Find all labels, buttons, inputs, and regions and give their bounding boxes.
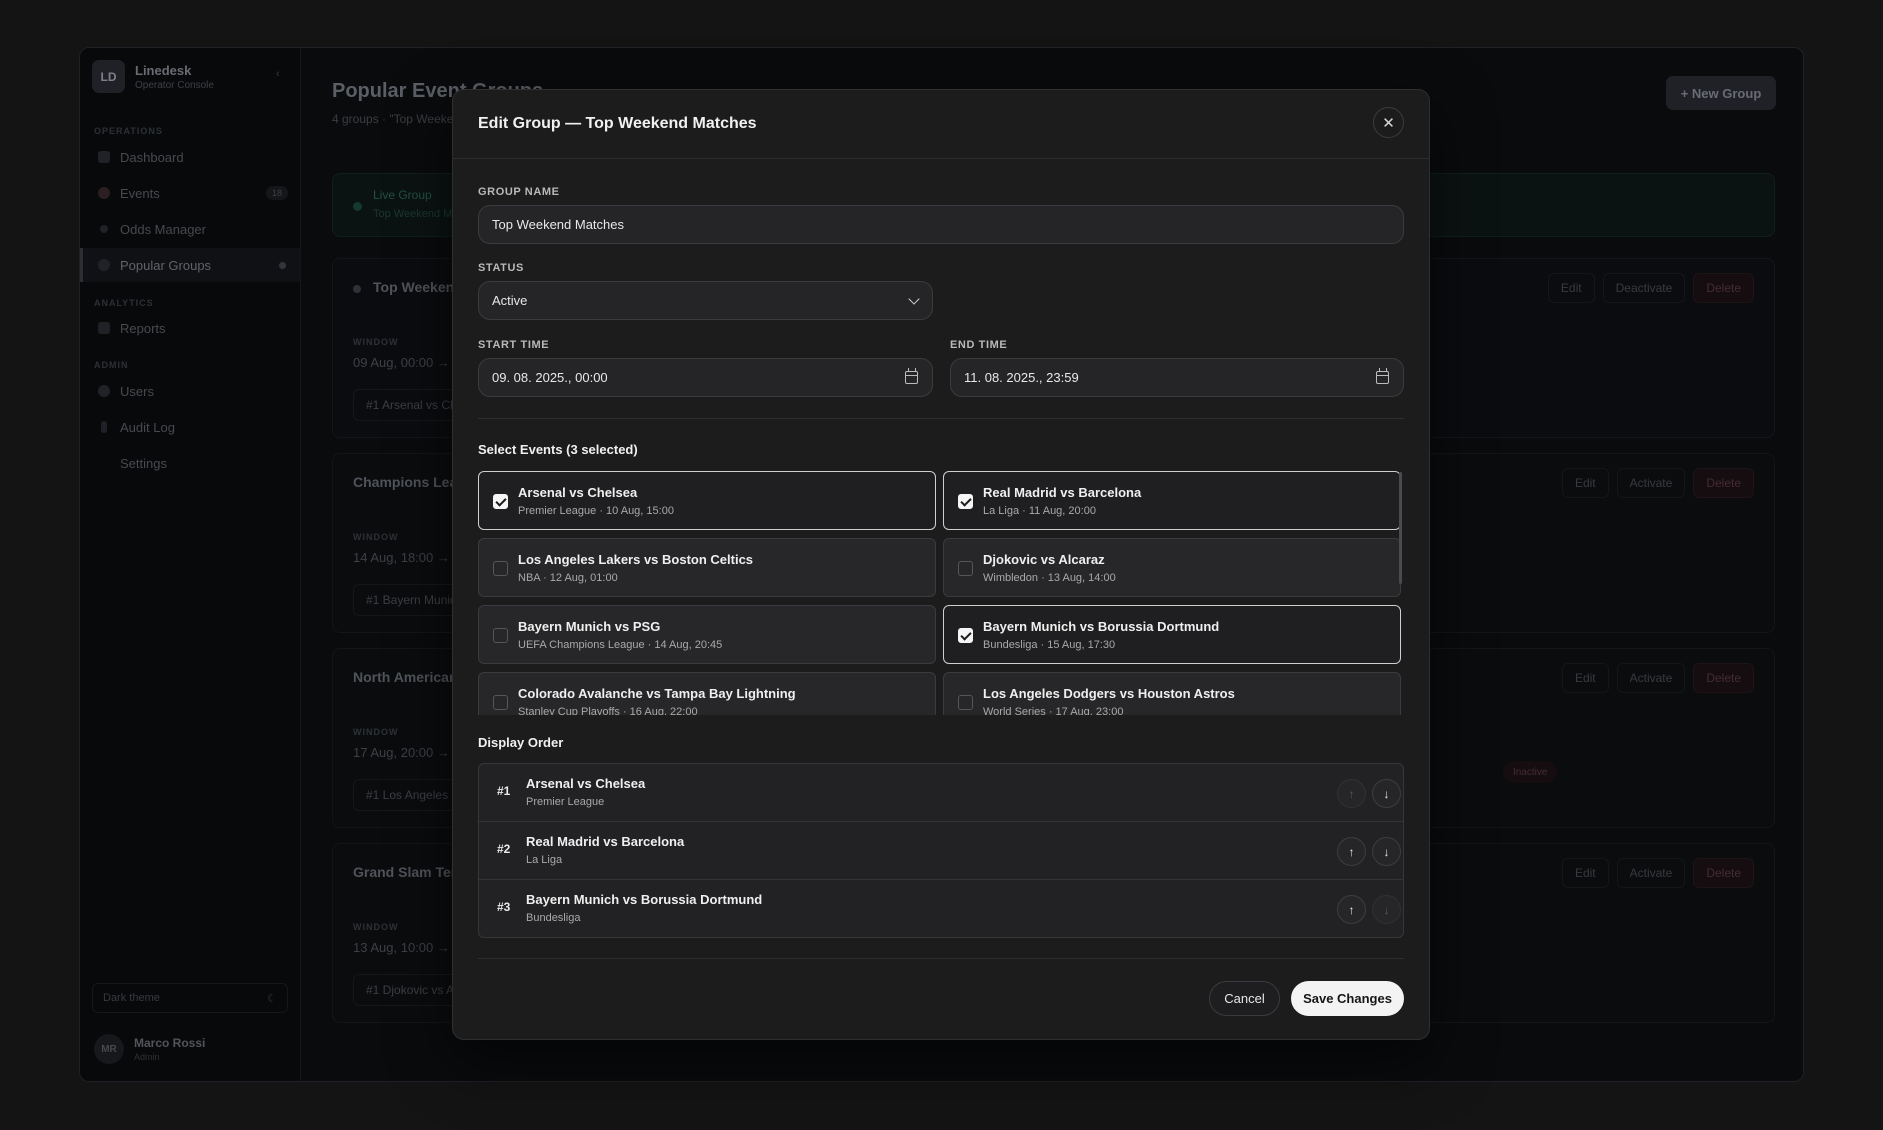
- arrow-down-icon: ↓: [1383, 902, 1390, 917]
- status-select-value: Active: [492, 293, 528, 308]
- edit-group-modal: Edit Group — Top Weekend Matches ✕ GROUP…: [452, 89, 1430, 1040]
- close-button[interactable]: ✕: [1373, 107, 1404, 138]
- start-time-value: 09. 08. 2025., 00:00: [492, 370, 608, 385]
- display-order-list: #1 Arsenal vs Chelsea Premier League ↑ ↓…: [478, 763, 1404, 938]
- group-name-input[interactable]: Top Weekend Matches: [478, 205, 1404, 244]
- save-changes-button[interactable]: Save Changes: [1291, 981, 1404, 1016]
- order-row: #2 Real Madrid vs Barcelona La Liga ↑ ↓: [479, 822, 1403, 880]
- order-league: Premier League: [526, 796, 605, 808]
- event-option[interactable]: Real Madrid vs Barcelona La Liga · 11 Au…: [943, 471, 1401, 530]
- start-time-label: START TIME: [478, 339, 550, 351]
- event-title: Real Madrid vs Barcelona: [983, 485, 1142, 500]
- cancel-button[interactable]: Cancel: [1209, 981, 1280, 1016]
- event-title: Colorado Avalanche vs Tampa Bay Lightnin…: [518, 686, 796, 701]
- modal-title: Edit Group — Top Weekend Matches: [478, 115, 757, 132]
- select-events-title: Select Events (3 selected): [478, 442, 638, 457]
- checkbox-icon[interactable]: [958, 695, 973, 710]
- event-title: Djokovic vs Alcaraz: [983, 552, 1105, 567]
- end-time-label: END TIME: [950, 339, 1008, 351]
- arrow-up-icon: ↑: [1348, 844, 1355, 859]
- divider: [478, 418, 1404, 419]
- event-title: Los Angeles Lakers vs Boston Celtics: [518, 552, 754, 567]
- modal-header: Edit Group — Top Weekend Matches ✕: [453, 90, 1429, 159]
- close-icon: ✕: [1382, 114, 1395, 132]
- move-up-button[interactable]: ↑: [1337, 779, 1366, 808]
- checkbox-icon[interactable]: [493, 695, 508, 710]
- event-meta: UEFA Champions League · 14 Aug, 20:45: [518, 639, 723, 651]
- events-grid: Arsenal vs Chelsea Premier League · 10 A…: [478, 471, 1416, 715]
- event-option[interactable]: Los Angeles Lakers vs Boston Celtics NBA…: [478, 538, 936, 597]
- event-meta: World Series · 17 Aug, 23:00: [983, 706, 1124, 715]
- event-option[interactable]: Los Angeles Dodgers vs Houston Astros Wo…: [943, 672, 1401, 715]
- move-down-button[interactable]: ↓: [1372, 837, 1401, 866]
- event-title: Bayern Munich vs PSG: [518, 619, 661, 634]
- event-option[interactable]: Colorado Avalanche vs Tampa Bay Lightnin…: [478, 672, 936, 715]
- order-number: #2: [497, 842, 511, 856]
- event-meta: Bundesliga · 15 Aug, 17:30: [983, 639, 1116, 651]
- event-option[interactable]: Arsenal vs Chelsea Premier League · 10 A…: [478, 471, 936, 530]
- calendar-icon[interactable]: [1376, 368, 1389, 384]
- order-number: #1: [497, 784, 511, 798]
- event-meta: Stanley Cup Playoffs · 16 Aug, 22:00: [518, 706, 698, 715]
- move-up-button[interactable]: ↑: [1337, 837, 1366, 866]
- checkbox-checked-icon[interactable]: [493, 494, 508, 509]
- order-league: La Liga: [526, 854, 563, 866]
- end-time-value: 11. 08. 2025., 23:59: [964, 370, 1079, 385]
- checkbox-icon[interactable]: [958, 561, 973, 576]
- event-option[interactable]: Bayern Munich vs Borussia Dortmund Bunde…: [943, 605, 1401, 664]
- arrow-up-icon: ↑: [1348, 902, 1355, 917]
- divider: [478, 958, 1404, 959]
- chevron-down-icon: [908, 292, 920, 305]
- order-row: #1 Arsenal vs Chelsea Premier League ↑ ↓: [479, 764, 1403, 822]
- arrow-down-icon: ↓: [1383, 786, 1390, 801]
- arrow-up-icon: ↑: [1348, 786, 1355, 801]
- checkbox-checked-icon[interactable]: [958, 494, 973, 509]
- order-row: #3 Bayern Munich vs Borussia Dortmund Bu…: [479, 880, 1403, 937]
- event-meta: Wimbledon · 13 Aug, 14:00: [983, 572, 1116, 584]
- move-up-button[interactable]: ↑: [1337, 895, 1366, 924]
- event-meta: Premier League · 10 Aug, 15:00: [518, 505, 674, 517]
- display-order-title: Display Order: [478, 735, 564, 750]
- event-title: Bayern Munich vs Borussia Dortmund: [983, 619, 1220, 634]
- status-label: STATUS: [478, 262, 524, 274]
- group-name-label: GROUP NAME: [478, 186, 560, 198]
- checkbox-icon[interactable]: [493, 561, 508, 576]
- order-title: Bayern Munich vs Borussia Dortmund: [526, 892, 763, 907]
- status-select[interactable]: Active: [478, 281, 933, 320]
- checkbox-icon[interactable]: [493, 628, 508, 643]
- order-title: Arsenal vs Chelsea: [526, 776, 646, 791]
- event-title: Los Angeles Dodgers vs Houston Astros: [983, 686, 1235, 701]
- order-number: #3: [497, 900, 511, 914]
- order-league: Bundesliga: [526, 912, 581, 924]
- event-option[interactable]: Djokovic vs Alcaraz Wimbledon · 13 Aug, …: [943, 538, 1401, 597]
- event-meta: La Liga · 11 Aug, 20:00: [983, 505, 1096, 517]
- calendar-icon[interactable]: [905, 368, 918, 384]
- arrow-down-icon: ↓: [1383, 844, 1390, 859]
- event-option[interactable]: Bayern Munich vs PSG UEFA Champions Leag…: [478, 605, 936, 664]
- checkbox-checked-icon[interactable]: [958, 628, 973, 643]
- order-title: Real Madrid vs Barcelona: [526, 834, 685, 849]
- event-meta: NBA · 12 Aug, 01:00: [518, 572, 618, 584]
- move-down-button[interactable]: ↓: [1372, 895, 1401, 924]
- end-time-input[interactable]: 11. 08. 2025., 23:59: [950, 358, 1404, 397]
- event-title: Arsenal vs Chelsea: [518, 485, 638, 500]
- start-time-input[interactable]: 09. 08. 2025., 00:00: [478, 358, 933, 397]
- events-scrollbar[interactable]: [1399, 472, 1402, 584]
- move-down-button[interactable]: ↓: [1372, 779, 1401, 808]
